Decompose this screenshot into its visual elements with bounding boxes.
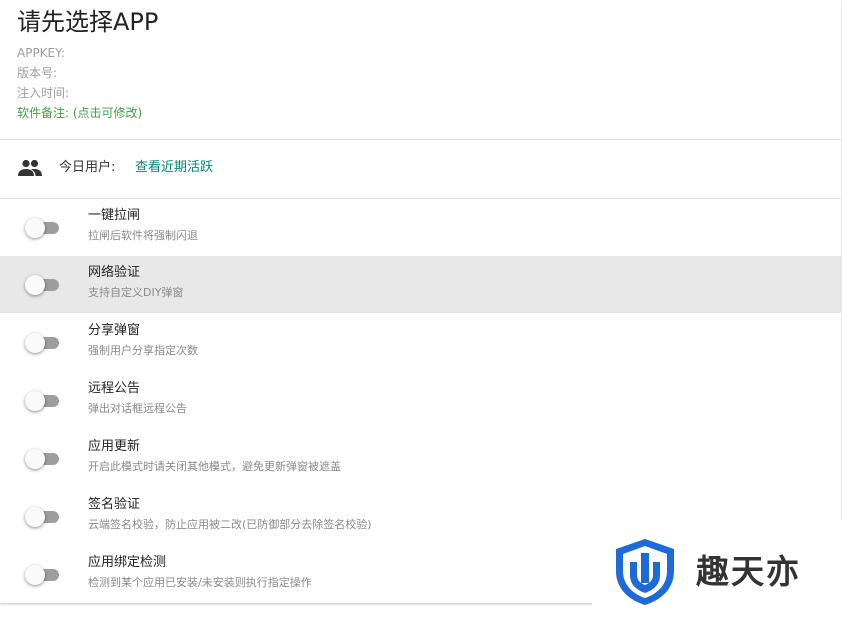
app-binding-check-toggle[interactable] xyxy=(25,565,61,585)
toggle-subtitle: 云端签名校验，防止应用被二改(已防御部分去除签名校验) xyxy=(88,518,372,531)
share-popup-toggle[interactable] xyxy=(25,333,61,353)
toggle-row-network-verify[interactable]: 网络验证 支持自定义DIY弹窗 xyxy=(0,256,841,313)
toggle-subtitle: 强制用户分享指定次数 xyxy=(88,344,198,357)
toggle-subtitle: 支持自定义DIY弹窗 xyxy=(88,286,184,299)
toggle-title: 远程公告 xyxy=(88,381,141,396)
toggle-row-app-update[interactable]: 应用更新 开启此模式时请关闭其他模式，避免更新弹窗被遮盖 xyxy=(0,430,841,487)
toggle-title: 一键拉闸 xyxy=(88,208,141,223)
toggle-subtitle: 开启此模式时请关闭其他模式，避免更新弹窗被遮盖 xyxy=(88,460,341,473)
toggle-row-share-popup[interactable]: 分享弹窗 强制用户分享指定次数 xyxy=(0,314,841,371)
today-users-label: 今日用户: xyxy=(59,160,116,175)
inject-time-label: 注入时间: xyxy=(17,86,70,100)
toggle-row-kill-switch[interactable]: 一键拉闸 拉闸后软件将强制闪退 xyxy=(0,199,841,256)
group-icon xyxy=(18,159,42,176)
version-label: 版本号: xyxy=(17,66,58,80)
main-card: 请先选择APP APPKEY: 版本号: 注入时间: 软件备注: (点击可修改)… xyxy=(0,0,841,603)
toggle-title: 签名验证 xyxy=(88,497,141,512)
appkey-label: APPKEY: xyxy=(17,46,65,60)
remark-label[interactable]: 软件备注: (点击可修改) xyxy=(17,105,142,121)
today-users-bar: 今日用户: 查看近期活跃 xyxy=(0,140,841,199)
toggle-subtitle: 弹出对话框远程公告 xyxy=(88,402,187,415)
toggle-title: 应用更新 xyxy=(88,439,141,454)
watermark-text: 趣天亦 xyxy=(696,552,801,591)
app-update-toggle[interactable] xyxy=(25,449,61,469)
toggle-subtitle: 检测到某个应用已安装/未安装则执行指定操作 xyxy=(88,576,312,589)
view-recent-active-link[interactable]: 查看近期活跃 xyxy=(135,159,213,177)
toggle-title: 分享弹窗 xyxy=(88,323,141,338)
kill-switch-toggle[interactable] xyxy=(25,218,61,238)
shield-logo-icon xyxy=(616,539,674,605)
toggle-title: 网络验证 xyxy=(88,265,141,280)
toggle-row-remote-notice[interactable]: 远程公告 弹出对话框远程公告 xyxy=(0,372,841,429)
remote-notice-toggle[interactable] xyxy=(25,391,61,411)
page-title: 请先选择APP xyxy=(17,8,159,36)
signature-verify-toggle[interactable] xyxy=(25,507,61,527)
network-verify-toggle[interactable] xyxy=(25,275,61,295)
app-header: 请先选择APP APPKEY: 版本号: 注入时间: 软件备注: (点击可修改) xyxy=(0,0,841,140)
watermark: 趣天亦 xyxy=(592,520,842,626)
toggle-title: 应用绑定检测 xyxy=(88,555,167,570)
toggle-subtitle: 拉闸后软件将强制闪退 xyxy=(88,229,198,242)
